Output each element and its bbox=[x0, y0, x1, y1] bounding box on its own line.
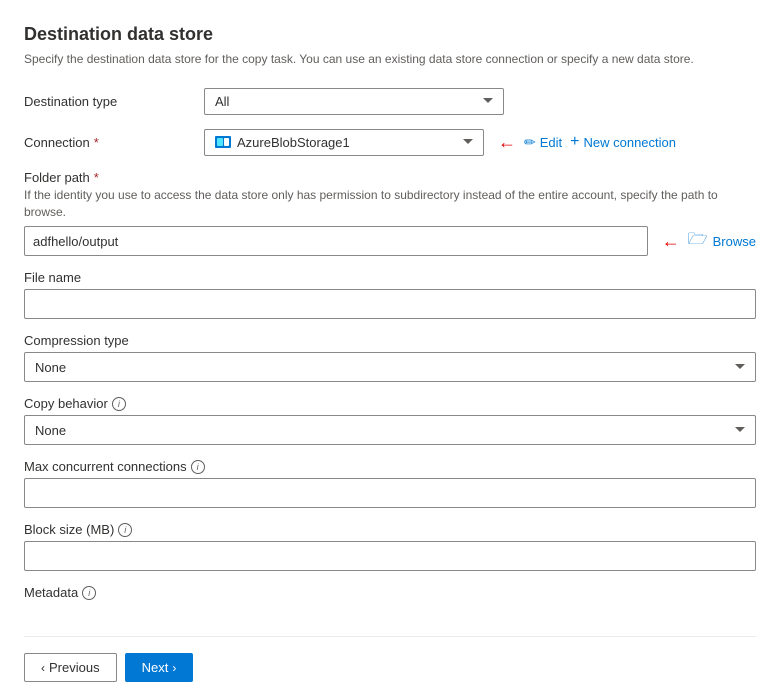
copy-behavior-label: Copy behavior bbox=[24, 396, 108, 411]
destination-type-label: Destination type bbox=[24, 94, 204, 109]
connection-red-arrow: ← bbox=[498, 132, 516, 153]
copy-behavior-info-icon[interactable]: i bbox=[112, 397, 126, 411]
edit-button[interactable]: ✏ Edit bbox=[524, 134, 562, 151]
compression-type-select[interactable]: None bbox=[24, 352, 756, 382]
destination-type-chevron-icon bbox=[483, 98, 493, 104]
new-connection-button[interactable]: + New connection bbox=[570, 133, 676, 151]
new-connection-plus-icon: + bbox=[570, 133, 579, 151]
connection-value: AzureBlobStorage1 bbox=[237, 135, 350, 150]
copy-behavior-section: Copy behavior i None bbox=[24, 396, 756, 445]
connection-select[interactable]: AzureBlobStorage1 bbox=[204, 129, 484, 156]
edit-label: Edit bbox=[540, 135, 562, 150]
folder-path-required-star: * bbox=[94, 170, 99, 185]
metadata-info-icon[interactable]: i bbox=[82, 586, 96, 600]
browse-label: Browse bbox=[713, 234, 756, 249]
destination-type-row: Destination type All bbox=[24, 88, 756, 115]
max-concurrent-label-row: Max concurrent connections i bbox=[24, 459, 756, 474]
page-subtitle: Specify the destination data store for t… bbox=[24, 51, 756, 68]
metadata-section: Metadata i bbox=[24, 585, 756, 600]
compression-type-section: Compression type None bbox=[24, 333, 756, 382]
next-label: Next bbox=[142, 660, 169, 675]
new-connection-label: New connection bbox=[583, 135, 676, 150]
copy-behavior-value: None bbox=[35, 423, 66, 438]
file-name-label: File name bbox=[24, 270, 756, 285]
connection-required-star: * bbox=[94, 135, 99, 150]
metadata-label-row: Metadata i bbox=[24, 585, 756, 600]
folder-path-red-arrow: ← bbox=[662, 231, 680, 252]
max-concurrent-section: Max concurrent connections i bbox=[24, 459, 756, 508]
block-size-section: Block size (MB) i bbox=[24, 522, 756, 571]
next-chevron-icon: › bbox=[172, 661, 176, 675]
previous-button[interactable]: ‹ Previous bbox=[24, 653, 117, 682]
azure-blob-icon bbox=[215, 136, 231, 148]
file-name-input[interactable] bbox=[24, 289, 756, 319]
destination-type-value: All bbox=[215, 94, 229, 109]
previous-label: Previous bbox=[49, 660, 100, 675]
block-size-input[interactable] bbox=[24, 541, 756, 571]
browse-folder-icon: 🗁 bbox=[688, 228, 708, 255]
copy-behavior-select[interactable]: None bbox=[24, 415, 756, 445]
page-title: Destination data store bbox=[24, 24, 756, 45]
compression-type-label: Compression type bbox=[24, 333, 756, 348]
folder-path-input[interactable] bbox=[24, 226, 648, 256]
block-size-label: Block size (MB) bbox=[24, 522, 114, 537]
browse-button[interactable]: 🗁 Browse bbox=[688, 228, 756, 255]
copy-behavior-label-row: Copy behavior i bbox=[24, 396, 756, 411]
compression-type-chevron-icon bbox=[735, 364, 745, 370]
destination-type-select[interactable]: All bbox=[204, 88, 504, 115]
compression-type-value: None bbox=[35, 360, 66, 375]
metadata-label: Metadata bbox=[24, 585, 78, 600]
connection-chevron-icon bbox=[463, 139, 473, 145]
max-concurrent-info-icon[interactable]: i bbox=[191, 460, 205, 474]
connection-row: Connection * AzureBlobStorage1 ← ✏ Edit bbox=[24, 129, 756, 156]
connection-label: Connection * bbox=[24, 135, 204, 150]
folder-path-description: If the identity you use to access the da… bbox=[24, 187, 756, 221]
block-size-info-icon[interactable]: i bbox=[118, 523, 132, 537]
footer: ‹ Previous Next › bbox=[24, 636, 756, 682]
previous-chevron-icon: ‹ bbox=[41, 661, 45, 675]
next-button[interactable]: Next › bbox=[125, 653, 194, 682]
folder-path-section: Folder path * If the identity you use to… bbox=[24, 170, 756, 257]
file-name-section: File name bbox=[24, 270, 756, 319]
max-concurrent-label: Max concurrent connections bbox=[24, 459, 187, 474]
edit-pencil-icon: ✏ bbox=[524, 134, 536, 151]
copy-behavior-chevron-icon bbox=[735, 427, 745, 433]
block-size-label-row: Block size (MB) i bbox=[24, 522, 756, 537]
max-concurrent-input[interactable] bbox=[24, 478, 756, 508]
folder-path-label: Folder path * bbox=[24, 170, 756, 185]
